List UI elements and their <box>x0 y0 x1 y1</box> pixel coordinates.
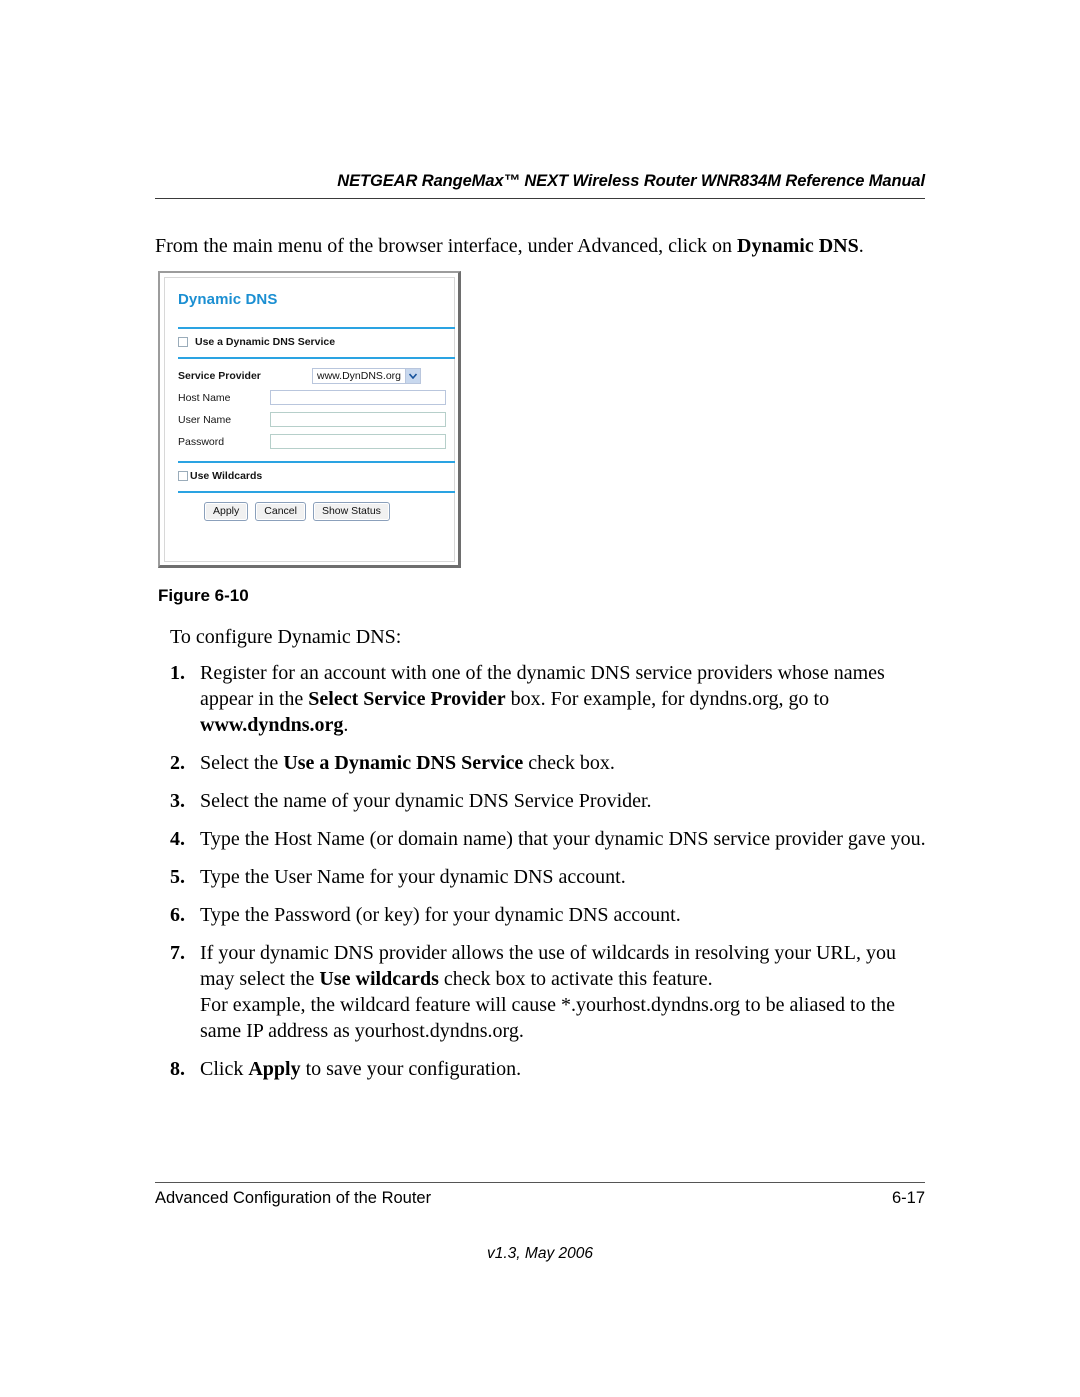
password-row: Password <box>178 431 446 452</box>
password-input[interactable] <box>270 434 446 449</box>
step-fragment: Select the <box>200 752 284 774</box>
router-ui-button-row: Apply Cancel Show Status <box>178 502 446 521</box>
host-name-label: Host Name <box>178 391 231 404</box>
divider-top <box>178 327 455 329</box>
footer-section-title: Advanced Configuration of the Router <box>155 1189 432 1207</box>
step-number: 5. <box>170 866 185 888</box>
header-divider <box>155 198 925 199</box>
procedure-lead-in: To configure Dynamic DNS: <box>170 626 402 648</box>
router-ui-content: Dynamic DNS Use a Dynamic DNS Service Se… <box>178 288 455 557</box>
step-fragment: Type the Host Name (or domain name) that… <box>200 828 926 850</box>
procedure-step: 1. Register for an account with one of th… <box>170 660 930 738</box>
use-dynamic-dns-service-checkbox[interactable] <box>178 337 188 347</box>
use-dynamic-dns-service-row[interactable]: Use a Dynamic DNS Service <box>178 336 446 348</box>
step-fragment: check box to activate this feature. <box>438 968 713 990</box>
running-header: NETGEAR RangeMax™ NEXT Wireless Router W… <box>155 172 925 199</box>
step-text: Type the Host Name (or domain name) that… <box>200 826 930 852</box>
step-emphasis: www.dyndns.org <box>200 714 344 736</box>
step-fragment: Click <box>200 1058 249 1080</box>
footer-divider <box>155 1182 925 1183</box>
service-provider-row: Service Provider www.DynDNS.org <box>178 365 446 386</box>
document-version: v1.3, May 2006 <box>487 1245 593 1262</box>
intro-text-after: . <box>858 235 864 257</box>
use-wildcards-row[interactable]: Use Wildcards <box>178 470 446 482</box>
apply-button[interactable]: Apply <box>204 502 249 521</box>
divider-after-service-checkbox <box>178 357 455 359</box>
intro-paragraph: From the main menu of the browser interf… <box>155 233 930 259</box>
step-text: Select the name of your dynamic DNS Serv… <box>200 788 930 814</box>
use-wildcards-checkbox[interactable] <box>178 471 188 481</box>
panel-title: Dynamic DNS <box>178 291 278 308</box>
procedure-step-list: 1. Register for an account with one of th… <box>170 660 930 1094</box>
use-dynamic-dns-service-label: Use a Dynamic DNS Service <box>195 336 336 348</box>
step-text: Type the User Name for your dynamic DNS … <box>200 864 930 890</box>
procedure-step: 5. Type the User Name for your dynamic DN… <box>170 864 930 890</box>
manual-title: NETGEAR RangeMax™ NEXT Wireless Router W… <box>337 172 925 190</box>
step-fragment: For example, the wildcard feature will c… <box>200 994 895 1042</box>
step-emphasis: Use a Dynamic DNS Service <box>283 752 524 774</box>
figure-caption: Figure 6-10 <box>158 586 249 605</box>
step-emphasis: Select Service Provider <box>308 688 506 710</box>
divider-before-buttons <box>178 491 455 493</box>
password-label: Password <box>178 435 225 448</box>
step-fragment: Select the name of your dynamic DNS Serv… <box>200 790 652 812</box>
router-ui-screenshot: Dynamic DNS Use a Dynamic DNS Service Se… <box>158 271 461 568</box>
step-text: Register for an account with one of the … <box>200 660 930 738</box>
step-fragment: box. For example, for dyndns.org, go to <box>505 688 830 710</box>
procedure-step: 3. Select the name of your dynamic DNS Se… <box>170 788 930 814</box>
step-number: 2. <box>170 752 185 774</box>
user-name-label: User Name <box>178 413 232 426</box>
step-fragment: check box. <box>523 752 615 774</box>
router-ui-inner-frame: Dynamic DNS Use a Dynamic DNS Service Se… <box>164 277 455 562</box>
service-provider-label: Service Provider <box>178 369 261 382</box>
procedure-step: 2. Select the Use a Dynamic DNS Service c… <box>170 750 930 776</box>
procedure-step: 7. If your dynamic DNS provider allows th… <box>170 940 930 1044</box>
procedure-step: 4. Type the Host Name (or domain name) th… <box>170 826 930 852</box>
divider-after-fields <box>178 461 455 463</box>
step-text: If your dynamic DNS provider allows the … <box>200 940 930 1044</box>
running-footer: Advanced Configuration of the Router 6-1… <box>155 1182 925 1208</box>
step-fragment: to save your configuration. <box>300 1058 522 1080</box>
show-status-button[interactable]: Show Status <box>312 502 390 521</box>
user-name-input[interactable] <box>270 412 446 427</box>
step-fragment: . <box>343 714 349 736</box>
step-number: 7. <box>170 942 185 964</box>
host-name-input[interactable] <box>270 390 446 405</box>
step-emphasis: Use wildcards <box>319 968 439 990</box>
step-number: 8. <box>170 1058 185 1080</box>
step-emphasis: Apply <box>248 1058 301 1080</box>
step-text: Type the Password (or key) for your dyna… <box>200 902 930 928</box>
step-number: 6. <box>170 904 185 926</box>
user-name-row: User Name <box>178 409 446 430</box>
step-fragment: Type the Password (or key) for your dyna… <box>200 904 681 926</box>
document-page: NETGEAR RangeMax™ NEXT Wireless Router W… <box>0 0 1080 1397</box>
footer-page-number: 6-17 <box>891 1189 925 1207</box>
service-provider-select[interactable]: www.DynDNS.org <box>312 367 422 384</box>
step-fragment: Type the User Name for your dynamic DNS … <box>200 866 626 888</box>
procedure-step: 6. Type the Password (or key) for your dy… <box>170 902 930 928</box>
step-text: Select the Use a Dynamic DNS Service che… <box>200 750 930 776</box>
step-text: Click Apply to save your configuration. <box>200 1056 930 1082</box>
host-name-row: Host Name <box>178 387 446 408</box>
use-wildcards-label: Use Wildcards <box>190 470 263 482</box>
step-number: 4. <box>170 828 185 850</box>
procedure-step: 8. Click Apply to save your configuration… <box>170 1056 930 1082</box>
intro-text-before: From the main menu of the browser interf… <box>155 235 738 257</box>
chevron-down-icon[interactable] <box>405 368 421 383</box>
step-number: 3. <box>170 790 185 812</box>
intro-bold-term: Dynamic DNS <box>737 235 859 257</box>
cancel-button[interactable]: Cancel <box>255 502 306 521</box>
service-provider-value: www.DynDNS.org <box>317 369 402 382</box>
step-number: 1. <box>170 662 185 684</box>
